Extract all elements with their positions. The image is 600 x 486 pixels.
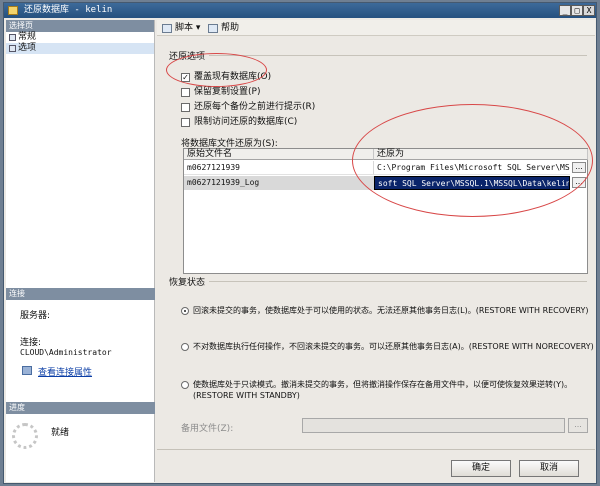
recovery-heading: 恢复状态 — [169, 278, 206, 288]
connection-panel: 连接 服务器: 连接: CLOUD\Administrator 查看连接属性 — [6, 288, 155, 378]
section-divider — [209, 281, 587, 282]
column-header-restore-as: 还原为 — [374, 149, 588, 160]
select-page-header: 选择页 — [6, 20, 154, 32]
overwrite-checkbox[interactable]: ✓ 覆盖现有数据库(O) — [181, 72, 271, 83]
toolbar: 脚本 ▾ 帮助 — [157, 20, 595, 36]
checkbox-box — [181, 88, 190, 97]
help-icon — [208, 24, 218, 33]
script-icon — [162, 24, 172, 33]
connection-header: 连接 — [6, 288, 155, 300]
script-label: 脚本 — [175, 23, 194, 33]
connect-label: 连接: — [20, 338, 42, 348]
maximize-button[interactable]: □ — [571, 5, 583, 16]
file-mapping-grid: 原始文件名 还原为 m0627121939 C:\Program Files\M… — [183, 148, 588, 274]
page-icon — [9, 34, 16, 41]
original-file-cell: m0627121939_Log — [184, 176, 374, 190]
recovery-radio[interactable]: 回滚未提交的事务，使数据库处于可以使用的状态。无法还原其他事务日志(L)。(RE… — [181, 305, 589, 316]
help-label: 帮助 — [221, 23, 240, 33]
properties-icon — [22, 366, 32, 375]
prompt-before-restore-checkbox[interactable]: 还原每个备份之前进行提示(R) — [181, 102, 315, 113]
radio-label: 回滚未提交的事务，使数据库处于可以使用的状态。无法还原其他事务日志(L)。(RE… — [193, 306, 589, 315]
keep-replication-checkbox[interactable]: 保留复制设置(P) — [181, 87, 260, 98]
page-icon — [9, 45, 16, 52]
nav-item-label: 选项 — [18, 43, 37, 53]
checkbox-box — [181, 103, 190, 112]
nav-item-general[interactable]: 常规 — [6, 32, 154, 43]
view-props-label: 查看连接属性 — [38, 368, 93, 378]
progress-header: 进度 — [6, 402, 155, 414]
restore-database-window: 还原数据库 - kelin _ □ X 选择页 常规 选项 连接 服务器: 连接… — [3, 2, 597, 484]
radio-dot — [181, 381, 189, 389]
cancel-button[interactable]: 取消 — [519, 460, 579, 477]
standby-file-label: 备用文件(Z): — [181, 424, 234, 434]
restore-options-heading: 还原选项 — [169, 52, 206, 62]
progress-spinner-icon — [12, 423, 38, 449]
database-icon — [8, 6, 18, 15]
connect-value: CLOUD\Administrator — [20, 348, 112, 357]
original-file-cell: m0627121939 — [184, 161, 374, 175]
section-divider — [209, 55, 587, 56]
norecovery-radio[interactable]: 不对数据库执行任何操作，不回滚未提交的事务。可以还原其他事务日志(A)。(RES… — [181, 341, 594, 352]
browse-button[interactable]: ... — [572, 162, 586, 173]
dialog-footer: 确定 取消 — [157, 449, 595, 482]
column-header-original: 原始文件名 — [184, 149, 374, 160]
radio-label-line2: (RESTORE WITH STANDBY) — [193, 391, 300, 400]
standby-file-input[interactable] — [302, 418, 565, 433]
server-label: 服务器: — [20, 311, 51, 321]
minimize-button[interactable]: _ — [559, 5, 571, 16]
radio-label: 不对数据库执行任何操作，不回滚未提交的事务。可以还原其他事务日志(A)。(RES… — [193, 342, 594, 351]
nav-item-label: 常规 — [18, 32, 37, 42]
window-title: 还原数据库 - kelin — [24, 5, 113, 15]
checkbox-label: 保留复制设置(P) — [194, 87, 261, 97]
radio-label: 使数据库处于只读模式。撤消未提交的事务，但将撤消操作保存在备用文件中，以便可使恢… — [193, 380, 573, 389]
checkbox-label: 还原每个备份之前进行提示(R) — [194, 102, 316, 112]
radio-dot — [181, 307, 189, 315]
progress-panel: 进度 就绪 — [6, 402, 155, 449]
close-button[interactable]: X — [583, 5, 595, 16]
checkbox-label: 限制访问还原的数据库(C) — [194, 117, 298, 127]
title-bar: 还原数据库 - kelin _ □ X — [4, 3, 596, 18]
standby-browse-button[interactable]: ... — [568, 418, 588, 433]
left-pane: 选择页 常规 选项 连接 服务器: 连接: CLOUD\Administrato… — [6, 20, 155, 482]
checkbox-box: ✓ — [181, 73, 190, 82]
view-connection-properties-link[interactable]: 查看连接属性 — [6, 365, 155, 378]
ok-button[interactable]: 确定 — [451, 460, 511, 477]
checkbox-label: 覆盖现有数据库(O) — [194, 72, 272, 82]
script-button[interactable]: 脚本 ▾ — [161, 22, 200, 34]
chevron-down-icon: ▾ — [195, 23, 201, 33]
progress-status: 就绪 — [51, 428, 70, 438]
standby-radio[interactable]: 使数据库处于只读模式。撤消未提交的事务，但将撤消操作保存在备用文件中，以便可使恢… — [181, 379, 572, 401]
restore-as-cell[interactable]: C:\Program Files\Microsoft SQL Server\MS… — [374, 161, 570, 175]
restrict-access-checkbox[interactable]: 限制访问还原的数据库(C) — [181, 117, 297, 128]
options-page: 还原选项 ✓ 覆盖现有数据库(O) 保留复制设置(P) 还原每个备份之前进行提示… — [157, 37, 595, 449]
restore-as-cell[interactable]: soft SQL Server\MSSQL.1\MSSQL\Data\kelin… — [374, 176, 570, 190]
nav-item-options[interactable]: 选项 — [6, 43, 154, 54]
help-button[interactable]: 帮助 — [207, 22, 239, 34]
browse-button[interactable]: ... — [572, 177, 586, 188]
checkbox-box — [181, 118, 190, 127]
radio-dot — [181, 343, 189, 351]
